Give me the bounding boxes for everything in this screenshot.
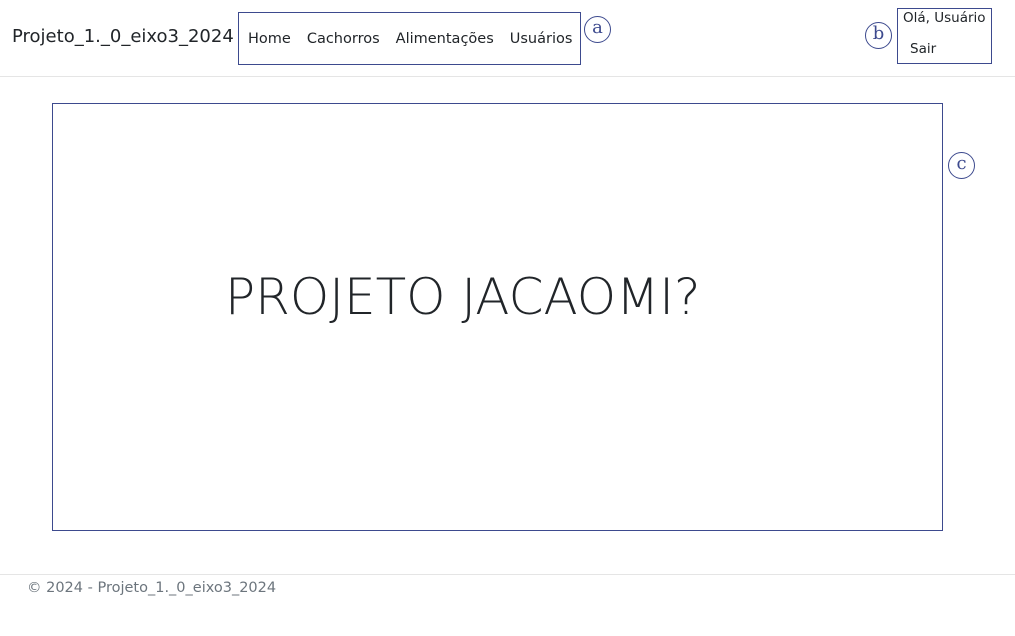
annotation-marker-b: b (865, 22, 892, 49)
page: Projeto_1._0_eixo3_2024 Home Cachorros A… (0, 0, 1015, 636)
nav-link-home[interactable]: Home (248, 31, 291, 47)
main-nav: Home Cachorros Alimentações Usuários (238, 12, 581, 65)
footer-copyright: © 2024 - Projeto_1._0_eixo3_2024 (27, 580, 277, 596)
user-menu: Olá, Usuário Sair (897, 8, 992, 64)
user-greeting[interactable]: Olá, Usuário (903, 10, 986, 26)
nav-link-alimentacoes[interactable]: Alimentações (396, 31, 494, 47)
main-content: PROJETO JACAOMI? (52, 103, 943, 531)
annotation-marker-c: c (948, 152, 975, 179)
nav-link-usuarios[interactable]: Usuários (510, 31, 573, 47)
nav-link-cachorros[interactable]: Cachorros (307, 31, 380, 47)
footer: © 2024 - Projeto_1._0_eixo3_2024 (0, 574, 1015, 636)
navbar: Projeto_1._0_eixo3_2024 Home Cachorros A… (0, 0, 1015, 77)
brand-link[interactable]: Projeto_1._0_eixo3_2024 (12, 26, 234, 47)
page-title: PROJETO JACAOMI? (225, 267, 701, 326)
annotation-marker-a: a (584, 16, 611, 43)
logout-button[interactable]: Sair (910, 41, 936, 57)
